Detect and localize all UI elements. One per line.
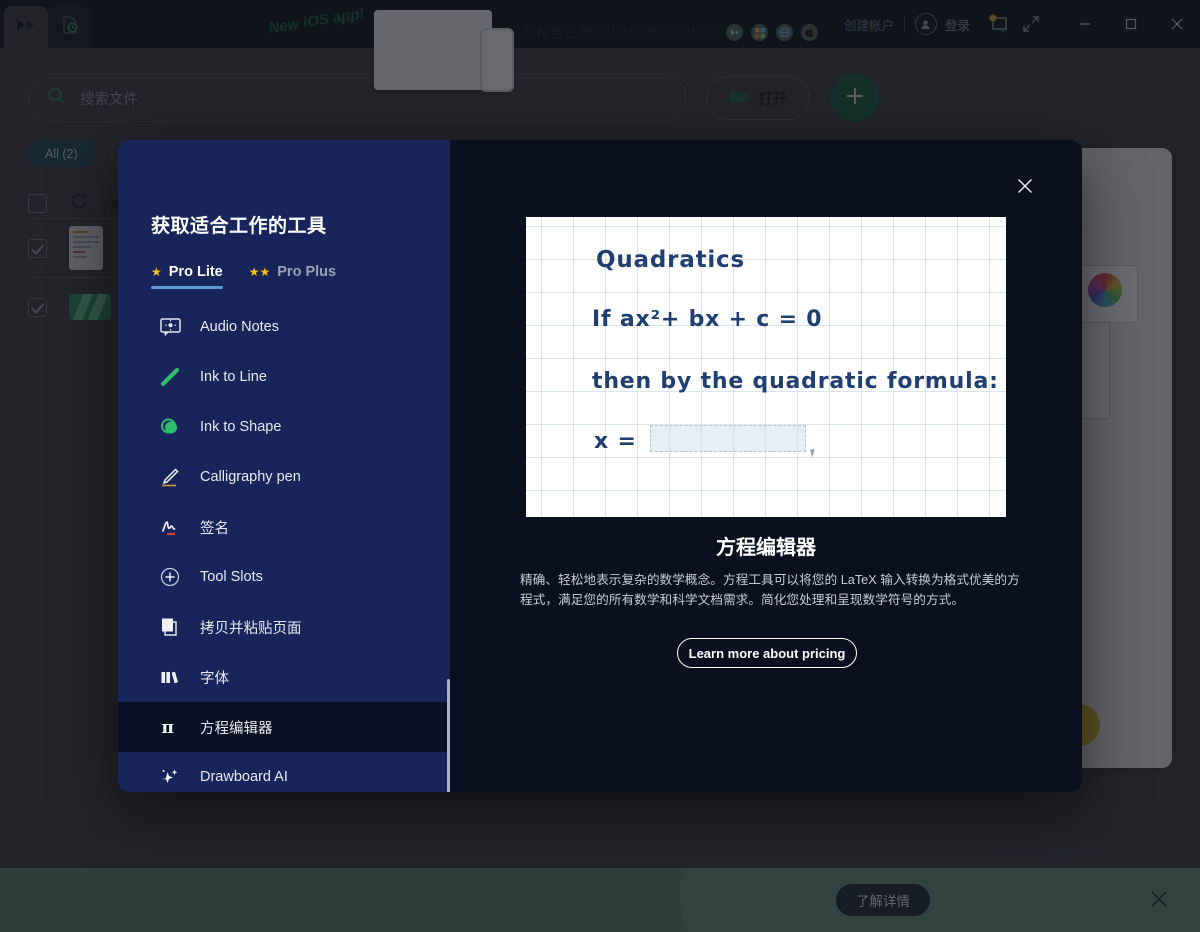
tool-slots-icon <box>158 565 182 589</box>
tool-list: Audio Notes Ink to Line Ink to Shape Cal… <box>118 302 450 792</box>
tool-item-label: 字体 <box>200 670 229 687</box>
upsell-modal: 获取适合工作的工具 ★ Pro Lite ★★ Pro Plus Audio N… <box>118 140 1082 792</box>
plan-tabs: ★ Pro Lite ★★ Pro Plus <box>151 264 450 289</box>
svg-text:π: π <box>162 718 174 738</box>
tab-pro-lite[interactable]: ★ Pro Lite <box>151 264 223 289</box>
tab-pro-plus[interactable]: ★★ Pro Plus <box>249 264 336 289</box>
learn-more-pricing-button[interactable]: Learn more about pricing <box>677 638 857 668</box>
handwriting-line-3: then by the quadratic formula: <box>592 369 999 394</box>
tool-item-ink-to-line[interactable]: Ink to Line <box>118 352 450 402</box>
tool-item-calligraphy-pen[interactable]: Calligraphy pen <box>118 452 450 502</box>
modal-title: 获取适合工作的工具 <box>151 216 327 237</box>
tool-item-label: Ink to Line <box>200 369 267 385</box>
close-icon[interactable] <box>1014 175 1036 197</box>
fonts-icon <box>158 665 182 689</box>
tool-item-ink-to-shape[interactable]: Ink to Shape <box>118 402 450 452</box>
tool-item-equation-editor[interactable]: π 方程编辑器 <box>118 702 450 752</box>
handwriting-line-1: Quadratics <box>596 247 745 273</box>
tool-item-label: Calligraphy pen <box>200 469 301 485</box>
detail-description: 精确、轻松地表示复杂的数学概念。方程工具可以将您的 LaTeX 输入转换为格式优… <box>520 573 1020 608</box>
tool-item-label: Ink to Shape <box>200 419 282 435</box>
tab-pro-lite-label: Pro Lite <box>168 264 223 280</box>
tool-item-copy-paste-page[interactable]: 拷贝并粘贴页面 <box>118 602 450 652</box>
handwriting-line-4: x = <box>594 429 637 454</box>
equation-editor-preview: Quadratics If ax²+ bx + c = 0 then by th… <box>526 217 1006 517</box>
tool-item-label: 签名 <box>200 520 229 537</box>
tool-item-signature[interactable]: 签名 <box>118 502 450 552</box>
sparkles-icon <box>158 765 182 789</box>
audio-notes-icon <box>158 315 182 339</box>
signature-icon <box>158 515 182 539</box>
calligraphy-pen-icon <box>158 465 182 489</box>
tool-item-label: Audio Notes <box>200 319 279 335</box>
modal-sidebar: 获取适合工作的工具 ★ Pro Lite ★★ Pro Plus Audio N… <box>118 140 450 792</box>
copy-paste-page-icon <box>158 615 182 639</box>
tool-item-label: Drawboard AI <box>200 769 288 785</box>
tool-item-fonts[interactable]: 字体 <box>118 652 450 702</box>
ink-to-line-icon <box>158 365 182 389</box>
tool-item-audio-notes[interactable]: Audio Notes <box>118 302 450 352</box>
tool-item-label: 方程编辑器 <box>200 720 273 737</box>
tool-item-drawboard-ai[interactable]: Drawboard AI <box>118 752 450 792</box>
tool-item-tool-slots[interactable]: Tool Slots <box>118 552 450 602</box>
star-icon: ★ <box>151 265 162 279</box>
equation-editor-icon: π <box>158 715 182 739</box>
handwriting-line-2: If ax²+ bx + c = 0 <box>592 307 823 332</box>
detail-heading: 方程编辑器 <box>716 537 816 559</box>
ink-to-shape-icon <box>158 415 182 439</box>
star-icon: ★★ <box>248 265 271 279</box>
equation-placeholder-box[interactable] <box>650 425 806 452</box>
tab-pro-plus-label: Pro Plus <box>277 264 337 280</box>
tool-item-label: 拷贝并粘贴页面 <box>200 620 302 637</box>
modal-detail-panel: Quadratics If ax²+ bx + c = 0 then by th… <box>450 140 1082 792</box>
tool-item-label: Tool Slots <box>200 569 263 585</box>
